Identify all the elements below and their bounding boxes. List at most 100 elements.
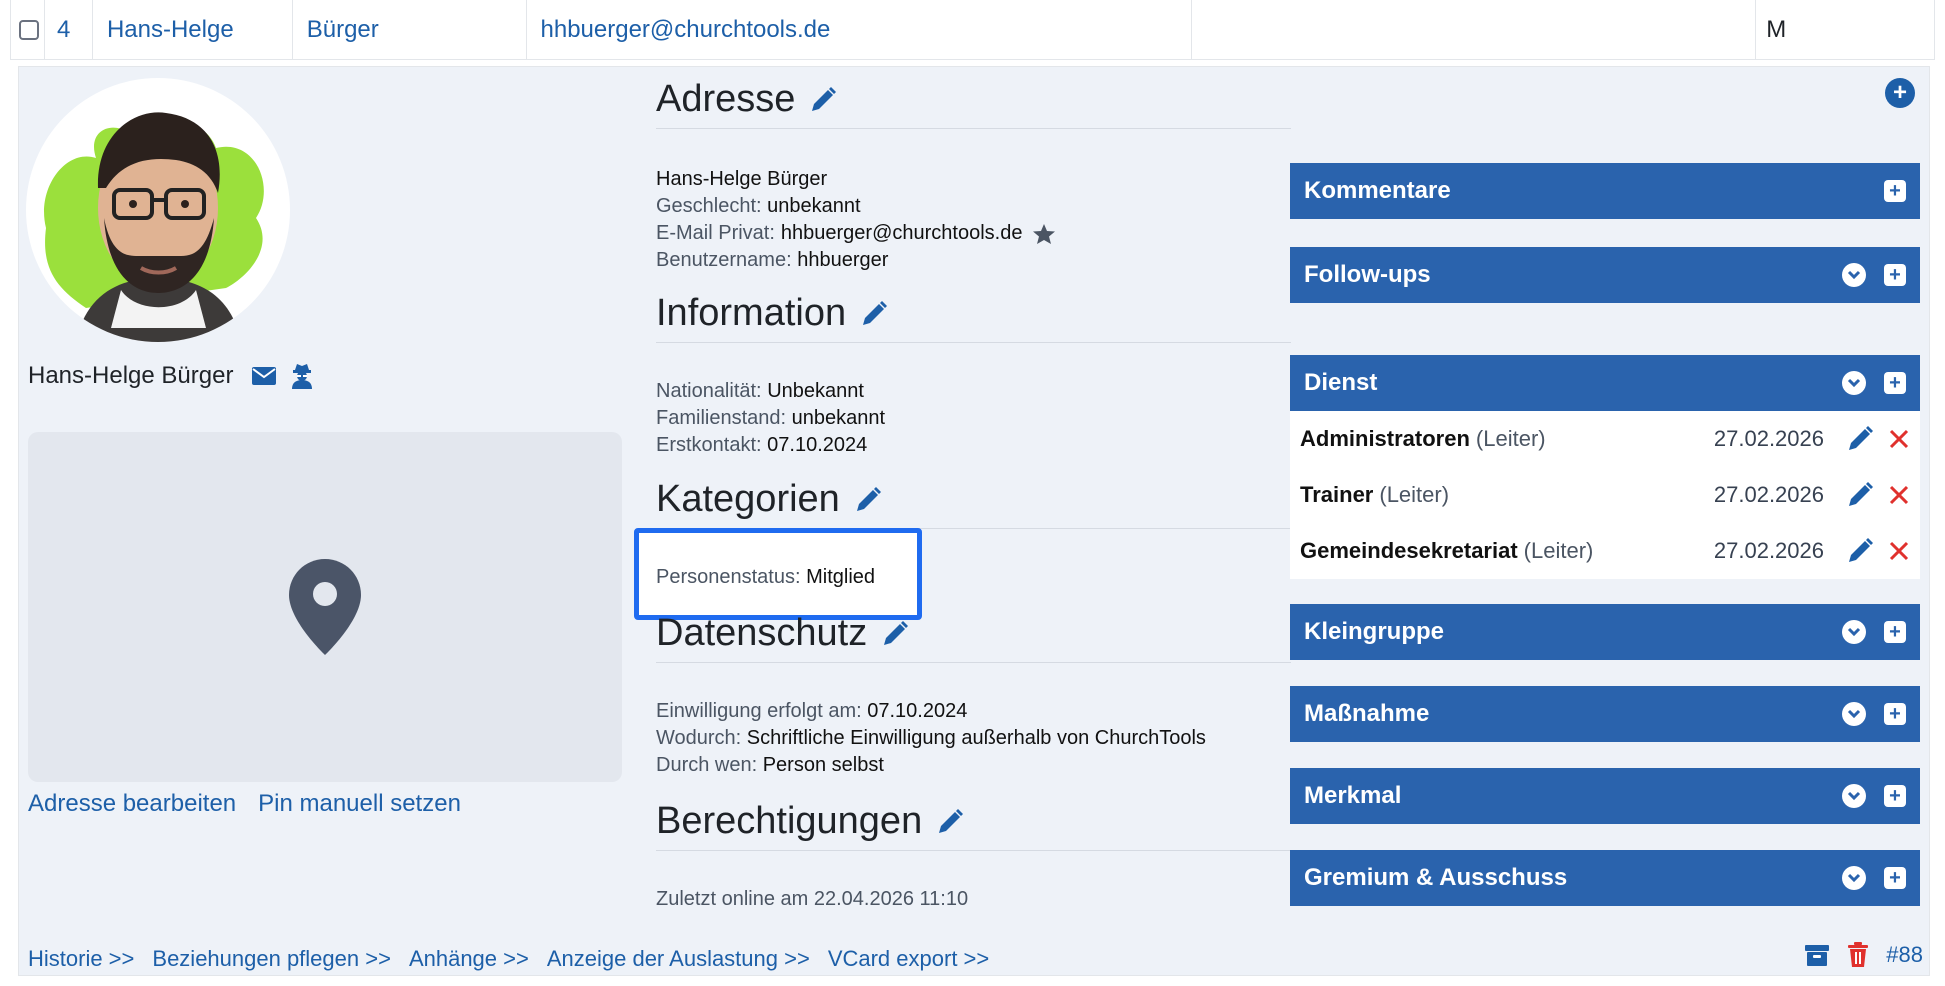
section-kategorien-title: Kategorien <box>656 478 840 520</box>
panel-title: Kommentare <box>1304 177 1451 204</box>
kv-value: hhbuerger <box>797 249 889 271</box>
panel-title: Kleingruppe <box>1304 618 1445 645</box>
panel-kleingruppe[interactable]: Kleingruppe + <box>1290 604 1920 660</box>
dienst-role: (Leiter) <box>1379 482 1450 507</box>
kv-key: Familienstand: <box>656 407 787 429</box>
email-cell[interactable]: hhbuerger@churchtools.de <box>527 0 1192 59</box>
chevron-down-icon[interactable] <box>1842 784 1866 808</box>
section-adresse-title: Adresse <box>656 78 796 120</box>
kv-value: unbekannt <box>791 407 886 429</box>
dienst-name: Administratoren <box>1300 426 1470 451</box>
pencil-icon[interactable] <box>809 86 837 114</box>
panel-title: Gremium & Ausschuss <box>1304 864 1568 891</box>
section-adresse-heading: Adresse <box>656 78 837 121</box>
panel-kommentare[interactable]: Kommentare + <box>1290 163 1920 219</box>
pencil-icon[interactable] <box>854 486 882 514</box>
adresse-details: Hans-Helge Bürger Geschlecht: unbekannt … <box>656 166 1056 274</box>
workload-link[interactable]: Anzeige der Auslastung >> <box>547 946 810 972</box>
section-berechtigungen-title: Berechtigungen <box>656 800 923 842</box>
avatar[interactable] <box>26 78 290 342</box>
dienst-date: 27.02.2026 <box>1713 482 1824 507</box>
list-item[interactable]: Gemeindesekretariat (Leiter) 27.02.2026 <box>1300 523 1910 579</box>
plus-icon[interactable]: + <box>1884 703 1906 725</box>
panel-gremium[interactable]: Gremium & Ausschuss + <box>1290 850 1920 906</box>
attachments-link[interactable]: Anhänge >> <box>409 946 529 972</box>
section-divider <box>656 850 1291 851</box>
pencil-icon[interactable] <box>860 300 888 328</box>
vcard-export-link[interactable]: VCard export >> <box>828 946 989 972</box>
plus-icon[interactable]: + <box>1884 785 1906 807</box>
kv-key: Durch wen: <box>656 754 758 776</box>
person-table-row[interactable]: 4 Hans-Helge Bürger hhbuerger@churchtool… <box>10 0 1935 60</box>
trash-icon[interactable] <box>1846 942 1870 968</box>
panel-title: Maßnahme <box>1304 700 1430 727</box>
dienst-name: Gemeindesekretariat <box>1300 538 1518 563</box>
pencil-icon[interactable] <box>1846 481 1874 509</box>
address-map[interactable] <box>28 432 622 782</box>
close-icon[interactable] <box>1888 484 1910 506</box>
dienst-role: (Leiter) <box>1475 426 1546 451</box>
chevron-down-icon[interactable] <box>1842 620 1866 644</box>
dienst-list: Administratoren (Leiter) 27.02.2026 Train… <box>1290 411 1920 579</box>
chevron-down-icon[interactable] <box>1842 702 1866 726</box>
kv-key: Einwilligung erfolgt am: <box>656 700 862 722</box>
edit-address-link[interactable]: Adresse bearbeiten <box>28 790 236 818</box>
kv-value: Mitglied <box>806 566 876 588</box>
archive-icon[interactable] <box>1804 943 1830 967</box>
plus-icon[interactable]: + <box>1884 180 1906 202</box>
section-divider <box>656 662 1291 663</box>
footer-actions: #88 <box>1804 942 1923 968</box>
kv-value: 07.10.2024 <box>867 700 968 722</box>
last-name-cell[interactable]: Bürger <box>293 0 527 59</box>
panel-title: Dienst <box>1304 369 1378 396</box>
row-number[interactable]: 4 <box>45 0 93 59</box>
add-circle-icon[interactable]: + <box>1885 78 1915 108</box>
panel-merkmal[interactable]: Merkmal + <box>1290 768 1920 824</box>
information-details: Nationalität: Unbekannt Familienstand: u… <box>656 378 885 459</box>
panel-followups[interactable]: Follow-ups + <box>1290 247 1920 303</box>
adresse-full-name: Hans-Helge Bürger <box>656 168 828 190</box>
gender-cell: M <box>1766 15 1787 43</box>
section-kategorien-heading: Kategorien <box>656 478 882 521</box>
kv-key: Erstkontakt: <box>656 434 762 456</box>
user-secret-icon[interactable] <box>291 363 313 389</box>
first-name-cell[interactable]: Hans-Helge <box>93 0 293 59</box>
kv-value: Person selbst <box>762 754 884 776</box>
kv-value: hhbuerger@churchtools.de <box>780 222 1023 244</box>
section-datenschutz-title: Datenschutz <box>656 612 868 654</box>
close-icon[interactable] <box>1888 428 1910 450</box>
section-information-heading: Information <box>656 292 888 335</box>
footer-links: Historie >> Beziehungen pflegen >> Anhän… <box>28 946 989 972</box>
chevron-down-icon[interactable] <box>1842 371 1866 395</box>
row-checkbox[interactable] <box>19 19 39 40</box>
plus-icon[interactable]: + <box>1884 372 1906 394</box>
pencil-icon[interactable] <box>1846 537 1874 565</box>
panel-dienst[interactable]: Dienst + <box>1290 355 1920 411</box>
set-pin-manually-link[interactable]: Pin manuell setzen <box>258 790 461 818</box>
dienst-date: 27.02.2026 <box>1713 426 1824 451</box>
chevron-down-icon[interactable] <box>1842 866 1866 890</box>
plus-icon[interactable]: + <box>1884 621 1906 643</box>
plus-icon[interactable]: + <box>1884 867 1906 889</box>
chevron-down-icon[interactable] <box>1842 263 1866 287</box>
kv-value: unbekannt <box>767 195 861 217</box>
kategorien-details: Personenstatus: Mitglied <box>656 564 875 591</box>
history-link[interactable]: Historie >> <box>28 946 134 972</box>
dienst-role: (Leiter) <box>1523 538 1594 563</box>
panel-massnahme[interactable]: Maßnahme + <box>1290 686 1920 742</box>
pencil-icon[interactable] <box>936 808 964 836</box>
plus-icon[interactable]: + <box>1884 264 1906 286</box>
datenschutz-details: Einwilligung erfolgt am: 07.10.2024 Wodu… <box>656 698 1206 779</box>
relationships-link[interactable]: Beziehungen pflegen >> <box>152 946 391 972</box>
pencil-icon[interactable] <box>1846 425 1874 453</box>
list-item[interactable]: Trainer (Leiter) 27.02.2026 <box>1300 467 1910 523</box>
person-id: #88 <box>1886 942 1923 967</box>
avatar-photo-icon <box>44 112 264 342</box>
list-item[interactable]: Administratoren (Leiter) 27.02.2026 <box>1300 411 1910 467</box>
person-name: Hans-Helge Bürger <box>28 362 234 389</box>
kv-key: Geschlecht: <box>656 195 762 217</box>
star-icon[interactable] <box>1032 223 1056 245</box>
close-icon[interactable] <box>1888 540 1910 562</box>
envelope-icon[interactable] <box>251 366 277 386</box>
pencil-icon[interactable] <box>881 620 909 648</box>
